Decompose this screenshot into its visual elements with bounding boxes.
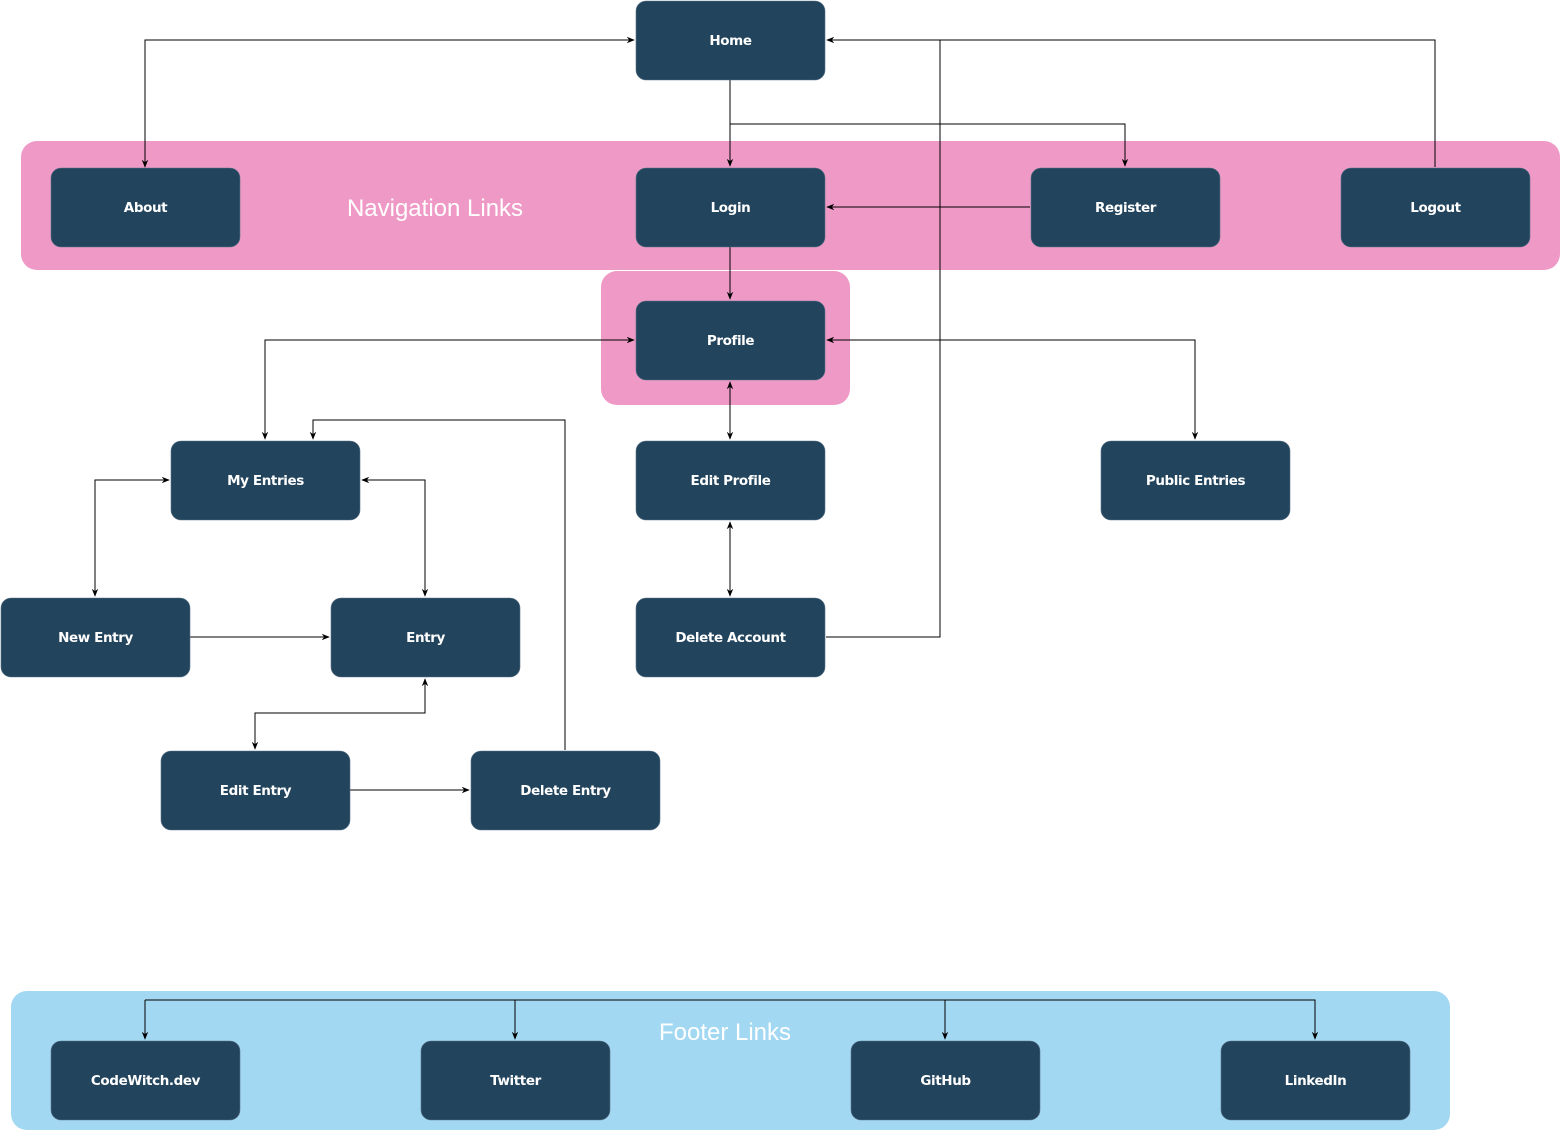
node-register: Register <box>1030 167 1221 248</box>
node-edit-profile: Edit Profile <box>635 440 826 521</box>
node-label: Delete Account <box>675 630 786 646</box>
node-label: Login <box>711 200 751 216</box>
node-codewitch: CodeWitch.dev <box>50 1040 241 1121</box>
node-label: About <box>124 200 168 216</box>
node-label: Register <box>1095 200 1157 216</box>
node-home: Home <box>635 0 826 81</box>
node-github: GitHub <box>850 1040 1041 1121</box>
node-logout: Logout <box>1340 167 1531 248</box>
node-label: Edit Profile <box>691 473 771 489</box>
node-edit-entry: Edit Entry <box>160 750 351 831</box>
node-linkedin: LinkedIn <box>1220 1040 1411 1121</box>
node-about: About <box>50 167 241 248</box>
node-label: Entry <box>406 630 445 646</box>
node-label: Public Entries <box>1146 473 1246 489</box>
node-login: Login <box>635 167 826 248</box>
node-twitter: Twitter <box>420 1040 611 1121</box>
node-label: Home <box>709 33 751 49</box>
node-label: GitHub <box>920 1073 971 1089</box>
node-label: Twitter <box>490 1073 541 1089</box>
node-profile: Profile <box>635 300 826 381</box>
node-label: Profile <box>707 333 755 349</box>
node-my-entries: My Entries <box>170 440 361 521</box>
node-label: New Entry <box>58 630 133 646</box>
edge-profile-to-public-entries <box>826 336 1199 440</box>
node-new-entry: New Entry <box>0 597 191 678</box>
node-label: My Entries <box>227 473 304 489</box>
node-label: Logout <box>1410 200 1461 216</box>
navigation-group-label: Navigation Links <box>347 195 523 222</box>
node-public-entries: Public Entries <box>1100 440 1291 521</box>
edge-my-entries-to-entry <box>361 476 429 597</box>
footer-group-label: Footer Links <box>659 1019 791 1046</box>
edge-my-entries-to-new-entry <box>91 476 170 597</box>
edge-profile-to-my-entries <box>261 336 635 440</box>
node-label: LinkedIn <box>1285 1073 1347 1089</box>
node-delete-account: Delete Account <box>635 597 826 678</box>
edge-entry-to-edit-entry <box>251 678 429 750</box>
node-delete-entry: Delete Entry <box>470 750 661 831</box>
node-label: Delete Entry <box>520 783 611 799</box>
node-label: Edit Entry <box>220 783 292 799</box>
node-label: CodeWitch.dev <box>91 1073 201 1089</box>
sitemap-diagram: Navigation Links Footer Links Home About L… <box>0 0 1560 1130</box>
node-entry: Entry <box>330 597 521 678</box>
